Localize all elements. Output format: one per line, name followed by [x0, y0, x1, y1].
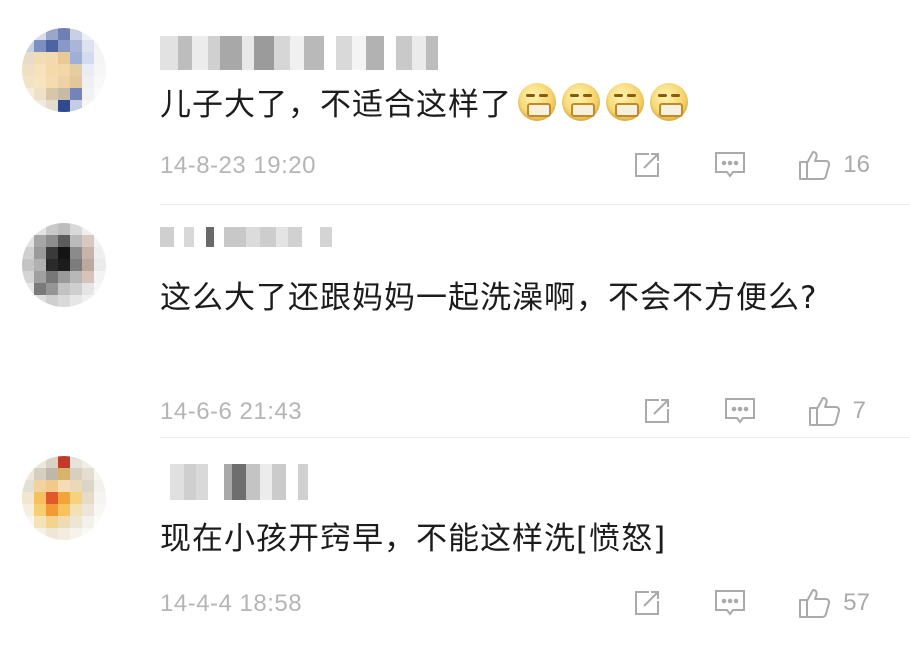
like-count: 16	[843, 151, 870, 178]
comment-text-content: 儿子大了，不适合这样了	[160, 87, 512, 123]
avatar[interactable]	[22, 223, 106, 307]
comment-icon	[715, 590, 746, 616]
share-icon	[635, 153, 660, 177]
username-blurred[interactable]	[160, 464, 308, 500]
like-button[interactable]: 7	[807, 394, 866, 428]
share-button[interactable]	[641, 395, 673, 427]
share-icon	[644, 399, 669, 423]
comment-actions: 7	[591, 394, 866, 428]
username-blurred[interactable]	[160, 227, 332, 247]
comment-icon	[724, 398, 755, 424]
avatar[interactable]	[22, 456, 106, 540]
comment-text: 儿子大了，不适合这样了	[160, 80, 870, 130]
like-count: 7	[852, 397, 866, 424]
sealed-mouth-emoji-icon	[606, 83, 644, 121]
comment-date: 14-8-23 19:20	[160, 152, 316, 179]
comment-date: 14-4-4 18:58	[160, 590, 303, 617]
like-button[interactable]: 16	[797, 148, 870, 182]
reply-button[interactable]	[713, 587, 747, 619]
sealed-mouth-emoji-icon	[650, 83, 688, 121]
thumbs-up-icon	[799, 151, 831, 180]
sealed-mouth-emoji-icon	[562, 83, 600, 121]
comment-actions: 57	[581, 586, 870, 620]
thumbs-up-icon	[799, 589, 831, 618]
reply-button[interactable]	[723, 395, 757, 427]
avatar[interactable]	[22, 28, 106, 112]
comment-item: 现在小孩开窍早，不能这样洗[愤怒] 14-4-4 18:58 57	[0, 438, 910, 662]
share-icon	[635, 591, 660, 615]
username-blurred[interactable]	[160, 36, 438, 70]
comment-item: 这么大了还跟妈妈一起洗澡啊，不会不方便么? 14-6-6 21:43 7	[0, 205, 910, 438]
comment-date: 14-6-6 21:43	[160, 398, 303, 425]
thumbs-up-icon	[808, 397, 840, 426]
share-button[interactable]	[631, 149, 663, 181]
comment-actions: 16	[581, 148, 870, 182]
comment-icon	[715, 152, 746, 178]
sealed-mouth-emoji-icon	[518, 83, 556, 121]
comment-text: 这么大了还跟妈妈一起洗澡啊，不会不方便么?	[160, 280, 818, 316]
comment-text: 现在小孩开窍早，不能这样洗[愤怒]	[160, 521, 667, 557]
reply-button[interactable]	[713, 149, 747, 181]
like-button[interactable]: 57	[797, 586, 870, 620]
share-button[interactable]	[631, 587, 663, 619]
like-count: 57	[843, 589, 870, 616]
comment-item: 儿子大了，不适合这样了 14-8-23 19:20 16	[0, 0, 910, 205]
